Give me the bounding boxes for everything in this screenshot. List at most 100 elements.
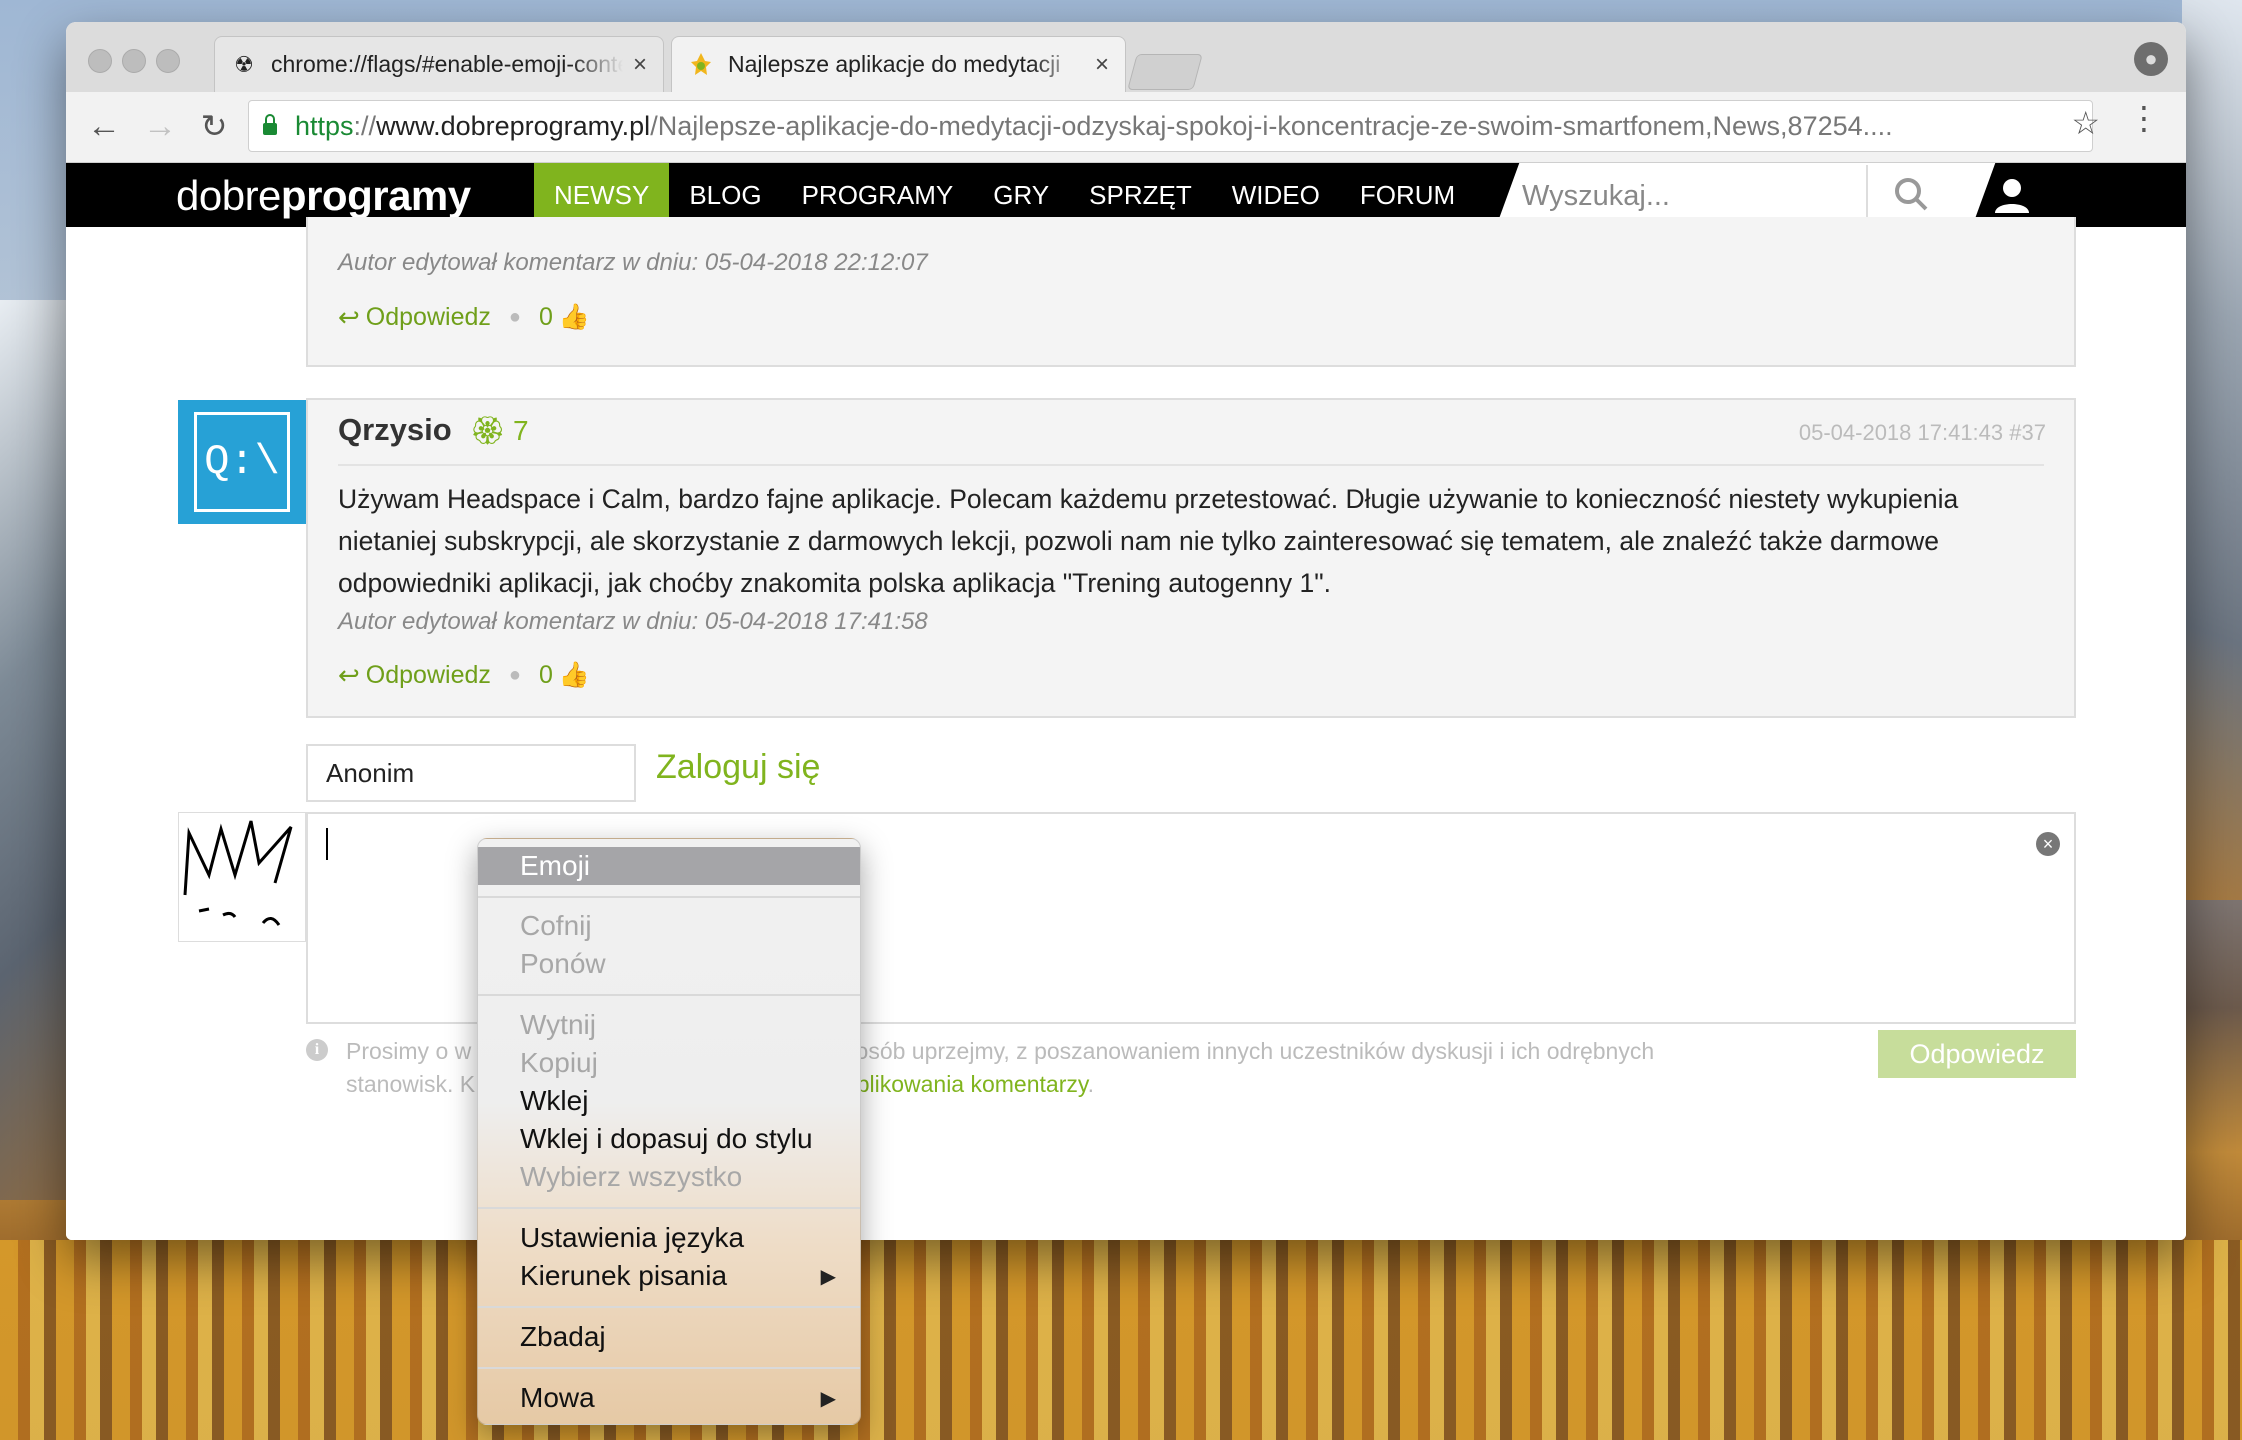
submenu-arrow-icon: ▶ — [820, 1387, 836, 1410]
desktop-forest — [0, 1240, 2242, 1440]
browser-window: ☢ chrome://flags/#enable-emoji-context-m… — [66, 22, 2186, 1240]
comment-divider — [338, 464, 2044, 466]
search-input[interactable] — [1520, 173, 1874, 219]
back-icon[interactable]: ← — [84, 106, 124, 146]
menu-item-inspect[interactable]: Zbadaj — [478, 1318, 860, 1356]
forward-icon[interactable]: → — [140, 106, 180, 146]
url-path: /Najlepsze-aplikacje-do-medytacji-odzysk… — [650, 110, 1893, 141]
bookmark-star-icon[interactable]: ☆ — [2071, 104, 2100, 142]
submenu-arrow-icon: ▶ — [820, 1265, 836, 1288]
guidelines-text: Prosimy o w — [346, 1038, 472, 1064]
menu-separator — [478, 1207, 860, 1209]
info-icon: i — [306, 1039, 328, 1061]
tab-dobreprogramy[interactable]: Najlepsze aplikacje do medytacji × — [671, 36, 1126, 92]
lock-icon — [263, 114, 277, 135]
badge-count: 7 — [513, 414, 529, 446]
comment-37: Qrzysio 🏵 7 05-04-2018 17:41:43 #37 Używ… — [306, 398, 2076, 718]
desktop-mountain-right — [2182, 0, 2242, 900]
like-count: 0 — [538, 661, 553, 689]
menu-separator — [478, 1306, 860, 1308]
comment-meta: 05-04-2018 17:41:43 #37 — [1799, 420, 2046, 446]
rules-link[interactable]: publikowania komentarzy — [831, 1071, 1088, 1097]
comment-actions: ↩ Odpowiedz ● 0 👍 — [338, 660, 590, 691]
tab-title: chrome://flags/#enable-emoji-context-men… — [271, 51, 623, 77]
menu-separator — [478, 896, 860, 898]
guidelines-text: . — [1087, 1071, 1095, 1097]
reload-icon[interactable]: ↻ — [194, 106, 234, 146]
close-window-button[interactable] — [88, 49, 112, 73]
url-separator: :// — [353, 110, 377, 141]
logo-light-text: dobre — [176, 172, 281, 219]
close-tab-icon[interactable]: × — [633, 51, 647, 79]
reply-link[interactable]: Odpowiedz — [366, 303, 491, 332]
name-field[interactable]: Anonim — [306, 744, 636, 802]
tab-strip: ☢ chrome://flags/#enable-emoji-context-m… — [66, 22, 2186, 92]
separator-dot: ● — [508, 306, 521, 328]
menu-item-emoji[interactable]: Emoji — [478, 847, 860, 885]
like-count: 0 — [538, 303, 553, 331]
comment-previous: Autor edytował komentarz w dniu: 05-04-2… — [306, 217, 2076, 367]
zoom-window-button[interactable] — [156, 49, 180, 73]
context-menu: Emoji Cofnij Ponów Wytnij Kopiuj Wklej W… — [477, 838, 861, 1425]
thumbs-up-icon[interactable]: 👍 — [559, 661, 590, 690]
award-icon: 🏵 — [469, 414, 506, 446]
comment-actions: ↩ Odpowiedz ● 0 👍 — [338, 302, 590, 333]
submit-reply-button[interactable]: Odpowiedz — [1878, 1030, 2076, 1078]
new-tab-button[interactable] — [1127, 54, 1203, 90]
comment-header: Qrzysio 🏵 7 — [338, 412, 529, 448]
address-bar[interactable]: https :// www.dobreprogramy.pl /Najlepsz… — [248, 100, 2093, 152]
menu-item-writing-direction[interactable]: Kierunek pisania ▶ — [478, 1257, 860, 1295]
url-scheme: https — [295, 110, 354, 141]
logo-bold-text: programy — [280, 172, 471, 219]
dobreprogramy-favicon — [688, 52, 714, 78]
guidelines-text: sposób uprzejmy, z poszanowaniem innych … — [831, 1038, 1655, 1064]
tab-title: Najlepsze aplikacje do medytacji — [728, 51, 1061, 77]
edited-note: Autor edytował komentarz w dniu: 05-04-2… — [338, 608, 928, 635]
menu-item-cut[interactable]: Wytnij — [478, 1006, 860, 1044]
comment-author[interactable]: Qrzysio — [338, 412, 452, 448]
clear-icon[interactable]: × — [2036, 832, 2060, 856]
avatar-image: Q:\ — [194, 412, 290, 512]
search-divider — [1866, 165, 1868, 225]
menu-item-undo[interactable]: Cofnij — [478, 907, 860, 945]
url-host: www.dobreprogramy.pl — [376, 110, 651, 141]
desktop-mountain-left — [0, 300, 70, 1200]
menu-item-paste-match[interactable]: Wklej i dopasuj do stylu — [478, 1120, 860, 1158]
award-badge: 🏵 7 — [470, 414, 529, 447]
login-link[interactable]: Zaloguj się — [656, 748, 820, 787]
reply-arrow-icon: ↩ — [338, 660, 360, 690]
user-icon[interactable] — [1992, 175, 2032, 215]
search-icon[interactable] — [1892, 175, 1932, 215]
menu-separator — [478, 1367, 860, 1369]
comment-number[interactable]: #37 — [2009, 420, 2046, 445]
reply-link[interactable]: Odpowiedz — [366, 661, 491, 690]
menu-dots-icon[interactable]: ⋮ — [2128, 102, 2160, 134]
menu-item-label: Kierunek pisania — [520, 1260, 728, 1291]
radiation-icon: ☢ — [234, 51, 254, 77]
menu-item-redo[interactable]: Ponów — [478, 945, 860, 983]
comment-datetime: 05-04-2018 17:41:43 — [1798, 420, 2004, 445]
separator-dot: ● — [508, 664, 521, 686]
browser-toolbar: ← → ↻ https :// www.dobreprogramy.pl /Na… — [66, 92, 2186, 163]
minimize-window-button[interactable] — [122, 49, 146, 73]
comments-section: Autor edytował komentarz w dniu: 05-04-2… — [66, 217, 2186, 1240]
tab-chrome-flags[interactable]: ☢ chrome://flags/#enable-emoji-context-m… — [214, 36, 664, 92]
menu-item-paste[interactable]: Wklej — [478, 1082, 860, 1120]
guidelines-text: stanowisk. K — [346, 1071, 476, 1097]
thumbs-up-icon[interactable]: 👍 — [559, 303, 590, 332]
profile-icon[interactable]: ● — [2134, 42, 2168, 76]
menu-item-label: Mowa — [520, 1382, 595, 1413]
avatar[interactable]: Q:\ — [178, 400, 306, 524]
menu-item-speech[interactable]: Mowa ▶ — [478, 1379, 860, 1417]
text-caret — [326, 828, 328, 860]
user-avatar — [178, 812, 306, 942]
menu-item-language-settings[interactable]: Ustawienia języka — [478, 1219, 860, 1257]
menu-item-copy[interactable]: Kopiuj — [478, 1044, 860, 1082]
site-logo[interactable]: dobreprogramy — [176, 172, 471, 220]
menu-item-select-all[interactable]: Wybierz wszystko — [478, 1158, 860, 1196]
comment-body: Używam Headspace i Calm, bardzo fajne ap… — [338, 484, 1959, 598]
edited-note: Autor edytował komentarz w dniu: 05-04-2… — [338, 249, 928, 276]
close-tab-icon[interactable]: × — [1095, 51, 1109, 79]
reply-arrow-icon: ↩ — [338, 302, 360, 332]
menu-separator — [478, 994, 860, 996]
